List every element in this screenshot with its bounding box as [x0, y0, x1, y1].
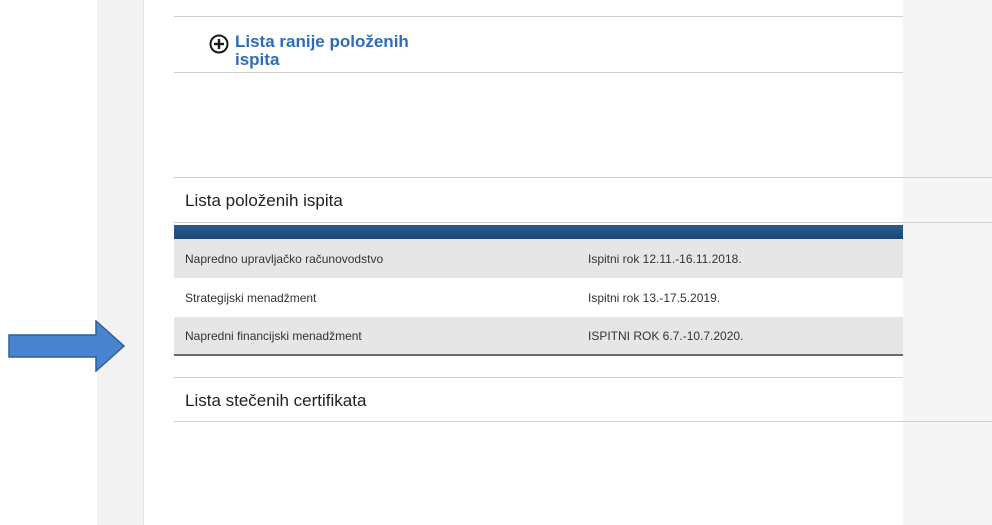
course-name: Strategijski menadžment	[185, 290, 317, 305]
earlier-exams-label: Lista ranije položenih ispita	[235, 32, 409, 69]
certificates-title: Lista stečenih certifikata	[185, 391, 367, 410]
table-row[interactable]: Napredni financijski menadžment ISPITNI …	[174, 317, 903, 356]
passed-exams-table: Napredno upravljačko računovodstvo Ispit…	[174, 225, 903, 356]
exam-term: Ispitni rok 12.11.-16.11.2018.	[588, 251, 742, 266]
right-arrow-icon	[8, 320, 126, 372]
section-divider	[174, 177, 992, 178]
table-row[interactable]: Napredno upravljačko računovodstvo Ispit…	[174, 239, 903, 278]
left-margin-panel	[97, 0, 144, 525]
passed-exams-title: Lista položenih ispita	[185, 191, 343, 210]
course-name: Napredno upravljačko računovodstvo	[185, 251, 384, 266]
exam-term: Ispitni rok 13.-17.5.2019.	[588, 290, 721, 305]
course-name: Napredni financijski menadžment	[185, 328, 362, 343]
top-divider	[174, 16, 903, 17]
right-margin-panel	[903, 0, 992, 525]
earlier-exams-toggle[interactable]: Lista ranije položenih ispita	[209, 33, 455, 69]
section-divider	[174, 72, 903, 73]
section-divider	[174, 421, 992, 422]
plus-circle-icon	[209, 34, 229, 54]
left-margin-divider	[143, 0, 144, 525]
table-header-bar	[174, 225, 903, 239]
section-divider	[174, 377, 903, 378]
section-divider	[174, 222, 992, 223]
table-row[interactable]: Strategijski menadžment Ispitni rok 13.-…	[174, 278, 903, 317]
exam-term: ISPITNI ROK 6.7.-10.7.2020.	[588, 328, 744, 343]
